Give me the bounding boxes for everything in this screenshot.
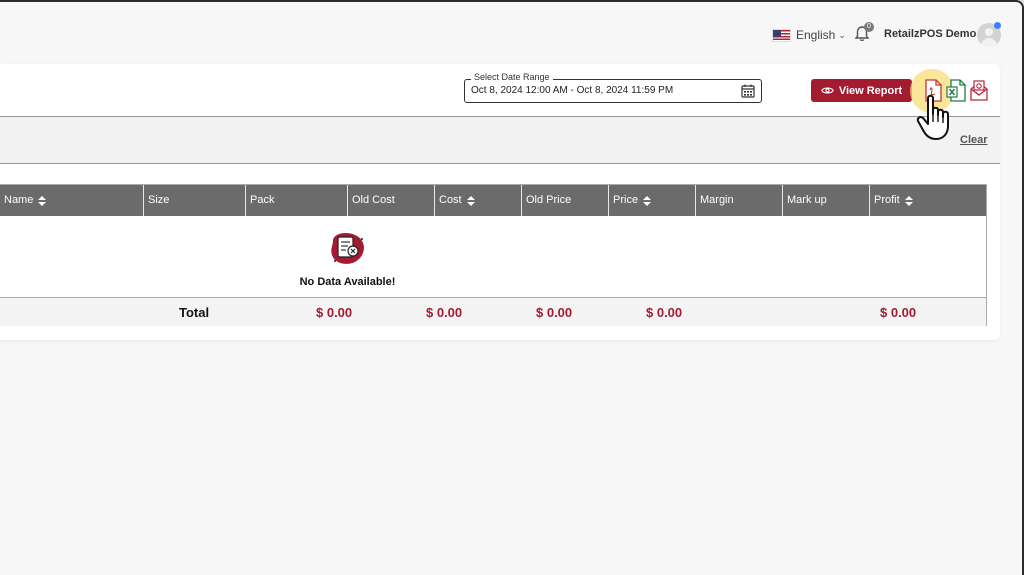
total-old-cost: $ 0.00 xyxy=(316,305,353,320)
column-name[interactable]: Name xyxy=(0,185,144,216)
sort-icon[interactable] xyxy=(466,195,475,206)
column-price[interactable]: Price xyxy=(609,185,696,216)
language-label: English xyxy=(796,28,836,42)
date-range-value: Oct 8, 2024 12:00 AM - Oct 8, 2024 11:59… xyxy=(471,85,674,96)
date-range-label: Select Date Range xyxy=(471,72,553,82)
app-window: English ⌄ 0 RetailzPOS Demo Select Date … xyxy=(0,0,1024,575)
table-footer-total: Total $ 0.00 $ 0.00 $ 0.00 $ 0.00 $ 0.00 xyxy=(0,297,986,326)
column-old-price: Old Price xyxy=(522,185,609,216)
column-label: Margin xyxy=(700,194,734,206)
report-card: Select Date Range Oct 8, 2024 12:00 AM -… xyxy=(0,64,1000,340)
clear-link[interactable]: Clear xyxy=(960,134,988,146)
no-data-message: No Data Available! xyxy=(299,276,396,288)
column-label: Size xyxy=(148,194,170,206)
column-label: Pack xyxy=(250,194,275,206)
column-label: Price xyxy=(613,194,639,206)
eye-icon xyxy=(820,87,834,94)
language-selector[interactable]: English ⌄ xyxy=(772,26,846,44)
top-bar: English ⌄ 0 RetailzPOS Demo xyxy=(0,2,1022,64)
column-margin: Margin xyxy=(696,185,783,216)
report-table: Name Size Pack Old Cost Cost Old Price P… xyxy=(0,184,987,326)
table-header: Name Size Pack Old Cost Cost Old Price P… xyxy=(0,185,986,216)
column-label: Old Price xyxy=(526,194,572,206)
date-range-picker[interactable]: Select Date Range Oct 8, 2024 12:00 AM -… xyxy=(464,72,762,103)
total-profit: $ 0.00 xyxy=(880,305,917,320)
filter-band xyxy=(0,116,1000,164)
column-size: Size xyxy=(144,185,246,216)
column-pack: Pack xyxy=(246,185,348,216)
total-price: $ 0.00 xyxy=(646,305,683,320)
column-label: Name xyxy=(4,194,34,206)
sort-icon[interactable] xyxy=(643,195,652,206)
column-mark-up: Mark up xyxy=(783,185,870,216)
column-label: Old Cost xyxy=(352,194,395,206)
column-label: Cost xyxy=(439,194,462,206)
calendar-icon[interactable] xyxy=(741,84,755,98)
column-label: Profit xyxy=(874,194,900,206)
sort-icon[interactable] xyxy=(38,195,47,206)
column-cost[interactable]: Cost xyxy=(435,185,522,216)
total-cost: $ 0.00 xyxy=(426,305,463,320)
column-old-cost: Old Cost xyxy=(348,185,435,216)
total-old-price: $ 0.00 xyxy=(536,305,573,320)
sort-icon[interactable] xyxy=(904,195,913,206)
email-export-icon[interactable] xyxy=(968,79,990,103)
online-status-dot xyxy=(994,22,1001,29)
no-data-icon xyxy=(331,233,364,264)
chevron-down-icon: ⌄ xyxy=(838,29,846,40)
column-label: Mark up xyxy=(787,194,827,206)
user-name[interactable]: RetailzPOS Demo xyxy=(884,28,976,40)
notification-badge: 0 xyxy=(864,22,874,32)
total-label: Total xyxy=(179,305,210,320)
view-report-label: View Report xyxy=(838,84,903,97)
hand-pointer-icon xyxy=(916,94,949,140)
us-flag-icon xyxy=(772,28,791,42)
view-report-button[interactable]: View Report xyxy=(811,79,912,102)
column-profit[interactable]: Profit xyxy=(870,185,986,216)
